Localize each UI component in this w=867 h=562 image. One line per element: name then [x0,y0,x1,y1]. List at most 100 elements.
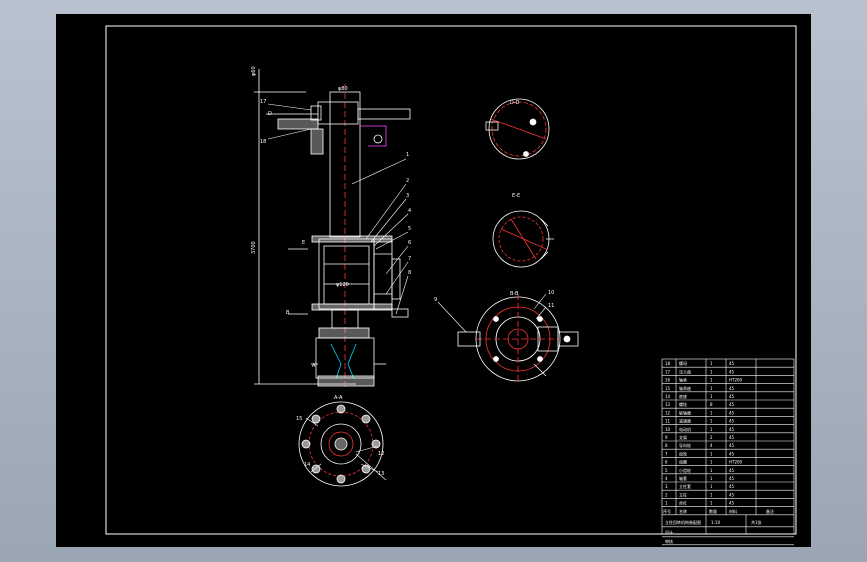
bom-row-qty: 1 [710,410,713,415]
bom-row-material: 45 [729,361,735,366]
bom-row-name: 法兰盘 [679,368,691,374]
bom-row-no: 3 [665,484,668,489]
bom-row-no: 1 [665,501,668,506]
bom-row-material: 45 [729,484,735,489]
dimension-top-left: φ60 [251,66,257,76]
title-block-sheet: 共1张 [751,519,762,525]
bom-row-name: 小齿轮 [679,467,691,473]
bom-header-no: 序号 [663,508,671,514]
bom-header-material: 材料 [729,508,737,514]
bom-row-name: 立柱套 [679,483,691,489]
bom-row-qty: 1 [710,476,713,481]
bom-row-name: 联轴器 [679,409,691,415]
bom-row-name: 电动机 [679,426,691,432]
bom-row-no: 17 [665,369,671,374]
cad-viewport[interactable]: D-D E-E B-B A-A D E B A φ80 φ120 3700 φ6… [56,14,811,547]
callout-5: 5 [408,226,411,232]
bom-row-qty: 1 [710,460,713,465]
bom-row-qty: 2 [710,435,713,440]
bom-header-name: 名称 [679,508,687,514]
bom-row-name: 支架 [679,434,687,440]
callout-13: 13 [378,471,384,477]
bom-row-material: 45 [729,435,735,440]
dimension-top: φ80 [338,86,348,92]
sheet-border [105,25,797,535]
bom-row-name: 丝杠 [679,500,687,506]
bom-table: 18 螺母 1 4517 法兰盘 1 4516 轴承 1 HT20015 轴承座 1 4514 底座 1 45… [661,358,795,547]
bom-row-material: 45 [729,492,735,497]
title-block-designer: 设计 [665,529,673,535]
bom-row-qty: 1 [710,451,713,456]
bom-row-no: 8 [665,443,668,448]
bom-row-no: 12 [665,410,671,415]
bom-row-material: 45 [729,386,735,391]
section-dd-view [485,98,550,160]
bom-row-no: 2 [665,492,668,497]
bom-row-no: 11 [665,419,671,424]
bom-row-qty: 1 [710,394,713,399]
bom-row-name: 减速器 [679,418,691,424]
callout-3: 3 [406,193,409,199]
bom-row-qty: 1 [710,369,713,374]
title-block-school: XX大学 [756,546,769,547]
section-mark-d: D [268,111,272,117]
callout-7: 7 [408,256,411,262]
callout-6: 6 [408,240,411,246]
bom-row-no: 6 [665,460,668,465]
title-block-checker: 审核 [665,538,673,544]
dimension-height: 3700 [251,241,257,254]
section-label-aa: A-A [334,395,343,401]
callout-18: 18 [260,139,266,145]
bom-row-qty: 1 [710,484,713,489]
callout-11: 11 [548,303,554,309]
bom-row-no: 9 [665,435,668,440]
bom-row-no: 5 [665,468,668,473]
bom-row-qty: 1 [710,378,713,383]
bb-leaders [437,293,547,333]
bom-row-qty: 1 [710,361,713,366]
callout-9: 9 [434,297,437,303]
drawing-canvas: D-D E-E B-B A-A D E B A φ80 φ120 3700 φ6… [105,25,797,547]
title-block-scale: 1:10 [711,520,720,525]
bom-row-qty: 1 [710,501,713,506]
bom-row-material: 45 [729,394,735,399]
bom-row-material: HT200 [729,460,743,465]
bom-row-name: 立柱 [679,491,687,497]
bom-row-name: 轴承 [679,377,687,383]
section-bb-view [457,294,579,384]
bom-header-qty: 数量 [709,508,717,514]
callout-8: 8 [408,270,411,276]
section-ee-view [492,210,554,268]
section-label-ee: E-E [512,193,520,199]
bom-row-material: 45 [729,476,735,481]
bom-row-material: 45 [729,451,735,456]
callout-1: 1 [406,152,409,158]
bom-row-qty: 1 [710,492,713,497]
bom-row-material: HT200 [729,378,743,383]
bom-row-no: 13 [665,402,671,407]
bom-row-name: 齿圈 [679,459,687,465]
callout-2: 2 [406,178,409,184]
bom-row-material: 45 [729,443,735,448]
bom-row-no: 4 [665,476,668,481]
bom-row-name: 底座 [679,393,687,399]
bom-row-no: 16 [665,378,671,383]
bom-row-name: 齿轮 [679,450,687,456]
bom-row-material: 45 [729,427,735,432]
bom-row-material: 45 [729,402,735,407]
bom-row-no: 10 [665,427,671,432]
dimension-inner: φ120 [336,282,349,288]
bom-row-material: 45 [729,419,735,424]
bom-row-qty: 1 [710,427,713,432]
bom-row-no: 7 [665,451,668,456]
bom-row-material: 45 [729,468,735,473]
bom-row-material: 45 [729,501,735,506]
section-mark-a: A [312,363,316,369]
bom-row-material: 45 [729,369,735,374]
bom-row-name: 轴承座 [679,385,691,391]
callout-4: 4 [408,208,411,214]
bom-row-no: 15 [665,386,671,391]
callout-10: 10 [548,290,554,296]
bom-row-qty: 1 [710,419,713,424]
bom-row-name: 螺栓 [679,401,687,407]
